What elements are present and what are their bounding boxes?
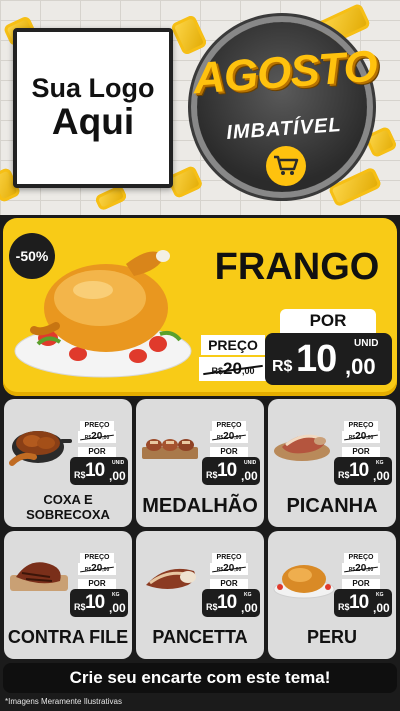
price-decimal: ,00 <box>373 601 390 615</box>
old-price: R$20,00 <box>199 357 267 381</box>
preco-label: PREÇO <box>201 335 265 355</box>
price-unit: UNID <box>244 460 257 466</box>
price-tag: R$ 10 KG ,00 <box>334 589 392 617</box>
logo-placeholder: Sua Logo Aqui <box>13 28 173 188</box>
price-decimal: ,00 <box>109 469 126 483</box>
price-tag: R$ 10 UNID ,00 <box>70 457 128 485</box>
product-card-coxa[interactable]: PREÇO R$20,00 POR R$ 10 UNID ,00 COXA E … <box>4 399 132 527</box>
price-decimal: ,00 <box>241 469 258 483</box>
featured-product-name: FRANGO <box>214 246 380 288</box>
price-currency: R$ <box>206 470 218 480</box>
por-label: POR <box>342 579 380 589</box>
discount-badge: -50% <box>9 233 55 279</box>
old-price: R$20,00 <box>78 563 116 575</box>
decorative-coin <box>170 14 208 56</box>
decorative-coin <box>94 184 128 212</box>
price-tag: R$ 10 UNID ,00 <box>202 457 260 485</box>
price-decimal: ,00 <box>373 469 390 483</box>
old-price: R$20,00 <box>210 563 248 575</box>
por-label: POR <box>78 447 116 457</box>
price-tag: R$ 10 KG ,00 <box>202 589 260 617</box>
preco-label: PREÇO <box>344 421 378 431</box>
por-label: POR <box>210 447 248 457</box>
preco-label: PREÇO <box>80 421 114 431</box>
price-unit: UNID <box>112 460 125 466</box>
price-integer: 10 <box>296 338 337 380</box>
disclaimer-text: *Imagens Meramente Ilustrativas <box>5 697 122 706</box>
price-currency: R$ <box>74 602 86 612</box>
price-unit: KG <box>112 592 120 598</box>
product-image <box>140 545 204 610</box>
product-image <box>8 545 72 610</box>
cta-button[interactable]: Crie seu encarte com este tema! <box>3 663 397 693</box>
product-name: PERU <box>306 627 357 647</box>
old-price: R$20,00 <box>342 563 380 575</box>
product-name: MEDALHÃO <box>142 495 258 517</box>
price-integer: 10 <box>349 460 369 481</box>
price-decimal: ,00 <box>109 601 126 615</box>
price-tag: R$ 10 KG ,00 <box>334 457 392 485</box>
price-currency: R$ <box>272 358 293 375</box>
preco-label: PREÇO <box>212 553 246 563</box>
featured-price-tag: R$ 10 UNID ,00 <box>265 333 392 385</box>
price-unit: KG <box>376 592 384 598</box>
decorative-coin <box>364 125 398 159</box>
product-card-medalhao[interactable]: PREÇO R$20,00 POR R$ 10 UNID ,00 MEDALHÃ… <box>136 399 264 527</box>
price-integer: 10 <box>85 460 105 481</box>
por-label: POR <box>280 309 376 333</box>
price-integer: 10 <box>217 460 237 481</box>
price-decimal: ,00 <box>241 601 258 615</box>
price-currency: R$ <box>338 602 350 612</box>
price-decimal: ,00 <box>345 354 376 379</box>
preco-label: PREÇO <box>212 421 246 431</box>
logo-line-1: Sua Logo <box>31 73 155 104</box>
old-price: R$20,00 <box>342 431 380 443</box>
product-card-peru[interactable]: PREÇO R$20,00 POR R$ 10 KG ,00 PERU <box>268 531 396 659</box>
product-name: PICANHA <box>286 495 378 517</box>
product-card-picanha[interactable]: PREÇO R$20,00 POR R$ 10 KG ,00 PICANHA <box>268 399 396 527</box>
price-integer: 10 <box>85 592 105 613</box>
price-integer: 10 <box>217 592 237 613</box>
product-image <box>8 413 72 478</box>
product-image <box>140 413 204 478</box>
product-name: COXA E SOBRECOXA <box>4 492 132 522</box>
product-name-line-2: SOBRECOXA <box>26 507 110 522</box>
por-label: POR <box>78 579 116 589</box>
product-card-contra-file[interactable]: PREÇO R$20,00 POR R$ 10 KG ,00 CONTRA FI… <box>4 531 132 659</box>
old-price: R$20,00 <box>210 431 248 443</box>
shopping-cart-icon <box>266 146 306 186</box>
price-unit: UNID <box>354 338 379 349</box>
product-name: PANCETTA <box>152 627 248 647</box>
product-card-pancetta[interactable]: PREÇO R$20,00 POR R$ 10 KG ,00 PANCETTA <box>136 531 264 659</box>
old-price: R$20,00 <box>78 431 116 443</box>
price-tag: R$ 10 KG ,00 <box>70 589 128 617</box>
preco-label: PREÇO <box>80 553 114 563</box>
preco-label: PREÇO <box>344 553 378 563</box>
product-name: CONTRA FILE <box>7 627 129 647</box>
price-currency: R$ <box>74 470 86 480</box>
price-unit: KG <box>244 592 252 598</box>
por-label: POR <box>210 579 248 589</box>
header-banner: Sua Logo Aqui AGOSTO IMBATÍVEL <box>0 0 400 215</box>
logo-line-2: Aqui <box>51 100 135 142</box>
price-unit: KG <box>376 460 384 466</box>
price-currency: R$ <box>206 602 218 612</box>
price-integer: 10 <box>349 592 369 613</box>
product-image <box>272 413 336 478</box>
por-label: POR <box>342 447 380 457</box>
price-currency: R$ <box>338 470 350 480</box>
product-name-line-1: COXA E <box>43 492 93 507</box>
product-image <box>272 545 336 610</box>
